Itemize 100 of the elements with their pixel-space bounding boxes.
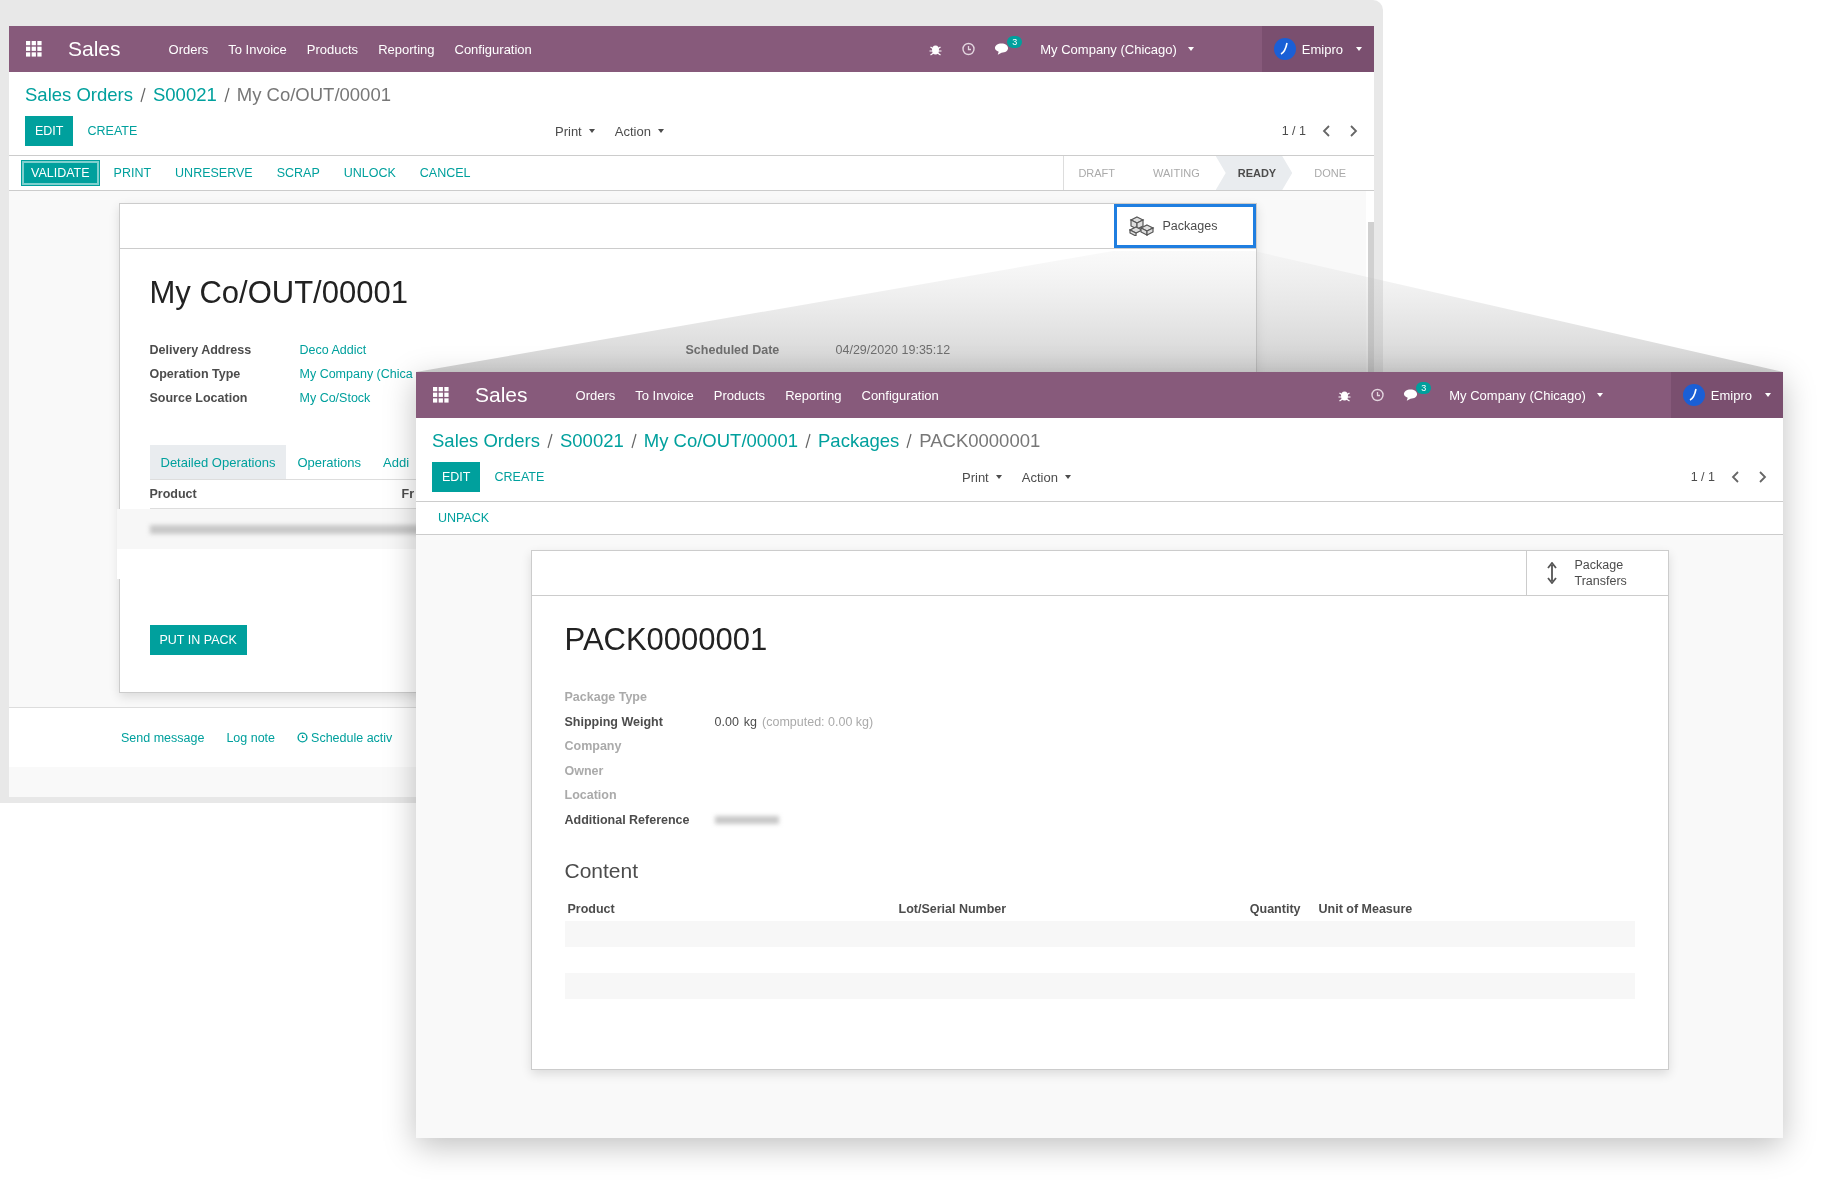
notebook-tab[interactable]: Operations <box>286 445 372 479</box>
message-count-badge: 3 <box>1007 36 1023 48</box>
field-label: Source Location <box>149 390 249 407</box>
record-title: PACK0000001 <box>564 622 769 658</box>
field-label: Owner <box>564 762 605 780</box>
up-down-arrow-icon <box>1546 562 1557 584</box>
status-step[interactable]: READY <box>1215 156 1293 190</box>
column-header: Fr <box>401 487 415 501</box>
column-header: Unit of Measure <box>1317 901 1414 916</box>
breadcrumb-item[interactable]: S00021 <box>559 430 624 452</box>
avatar-icon <box>1273 38 1296 60</box>
menu-item[interactable]: Products <box>713 387 766 403</box>
menu-item[interactable]: To Invoice <box>228 41 287 57</box>
chatter-link[interactable]: Log note <box>226 725 276 750</box>
breadcrumb-separator-icon <box>222 86 231 104</box>
field-link[interactable]: My Co/Stock <box>299 389 371 407</box>
breadcrumb-separator-icon <box>629 432 638 450</box>
menu-item[interactable]: Orders <box>168 41 209 57</box>
breadcrumb-item[interactable]: S00021 <box>152 84 217 106</box>
breadcrumb-item[interactable]: Packages <box>818 430 900 452</box>
menu-item[interactable]: Configuration <box>861 387 939 403</box>
breadcrumb-item[interactable]: My Co/OUT/00001 <box>643 430 798 452</box>
next-icon[interactable] <box>1757 471 1767 483</box>
company-switcher[interactable]: My Company (Chicago) <box>1040 41 1194 57</box>
status-step[interactable]: DONE <box>1292 156 1362 190</box>
apps-menu-icon[interactable] <box>26 40 43 58</box>
header-button[interactable]: VALIDATE <box>21 160 100 186</box>
previous-icon[interactable] <box>1731 471 1741 483</box>
user-menu[interactable]: Emipro <box>1670 372 1783 418</box>
field-link[interactable]: My Company (Chica <box>299 365 413 383</box>
unpack-button[interactable]: UNPACK <box>428 505 500 531</box>
dropdown-button[interactable]: Action <box>1021 469 1071 485</box>
menu-item[interactable]: Products <box>306 41 359 57</box>
create-button[interactable]: CREATE <box>77 116 148 146</box>
field-label: Package Type <box>564 689 648 706</box>
header-button[interactable]: UNRESERVE <box>165 160 263 186</box>
field-label: Additional Reference <box>564 811 691 829</box>
menu-item[interactable]: Configuration <box>454 41 532 57</box>
chatter-link[interactable]: Send message <box>121 725 205 750</box>
header-button[interactable]: CANCEL <box>409 160 481 186</box>
boxes-icon <box>1128 216 1155 236</box>
dropdown-button[interactable]: Print <box>555 123 595 139</box>
chat-icon[interactable] <box>1403 388 1419 402</box>
column-header: Quantity <box>1248 901 1301 916</box>
pager-value: 1 / 1 <box>1281 124 1306 138</box>
breadcrumb-item[interactable]: Sales Orders <box>432 430 540 452</box>
breadcrumb-separator-icon <box>545 432 554 450</box>
apps-menu-icon[interactable] <box>433 386 450 404</box>
field-label: Delivery Address <box>149 342 253 359</box>
next-icon[interactable] <box>1348 125 1358 137</box>
section-title: Content <box>564 858 640 883</box>
field-label: Scheduled Date <box>685 342 781 359</box>
menu-item[interactable]: Reporting <box>378 41 435 57</box>
company-switcher[interactable]: My Company (Chicago) <box>1449 387 1603 403</box>
column-header: Product <box>149 487 198 501</box>
clock-icon[interactable] <box>961 42 977 56</box>
status-step[interactable]: WAITING <box>1131 156 1216 190</box>
pager-value: 1 / 1 <box>1690 470 1715 484</box>
put-in-pack-button[interactable]: PUT IN PACK <box>149 625 247 655</box>
weight-unit: kg <box>743 713 758 731</box>
dropdown-button[interactable]: Action <box>614 123 664 139</box>
breadcrumb-separator-icon <box>804 432 812 450</box>
record-title: My Co/OUT/00001 <box>149 275 409 311</box>
breadcrumb-item: My Co/OUT/00001 <box>236 84 391 106</box>
message-count-badge: 3 <box>1416 382 1432 394</box>
field-link[interactable]: Deco Addict <box>299 341 367 359</box>
previous-icon[interactable] <box>1322 125 1332 137</box>
header-button[interactable]: UNLOCK <box>333 160 406 186</box>
blurred-value <box>714 815 779 824</box>
user-menu[interactable]: Emipro <box>1261 26 1374 72</box>
chatter-link[interactable]: Schedule activ <box>297 725 393 750</box>
breadcrumb-separator-icon <box>905 432 914 450</box>
header-button[interactable]: PRINT <box>103 160 162 186</box>
field-label: Operation Type <box>149 366 242 383</box>
field-label: Location <box>564 787 618 804</box>
menu-item[interactable]: To Invoice <box>635 387 694 403</box>
notebook-tab[interactable]: Detailed Operations <box>149 445 287 479</box>
field-label: Company <box>564 738 623 755</box>
weight-value: 0.00 <box>714 713 739 731</box>
field-label: Shipping Weight <box>564 713 664 731</box>
column-header: Lot/Serial Number <box>898 901 1008 916</box>
menu-item[interactable]: Orders <box>575 387 616 403</box>
package-transfers-button[interactable]: Package Transfers <box>1525 551 1668 595</box>
create-button[interactable]: CREATE <box>484 462 555 492</box>
edit-button[interactable]: EDIT <box>25 116 74 146</box>
edit-button[interactable]: EDIT <box>432 462 481 492</box>
menu-item[interactable]: Reporting <box>785 387 842 403</box>
app-name[interactable]: Sales <box>68 37 121 61</box>
status-step[interactable]: DRAFT <box>1064 156 1132 190</box>
clock-icon[interactable] <box>1370 388 1386 402</box>
app-name[interactable]: Sales <box>475 383 528 407</box>
notebook-tab[interactable]: Addi <box>372 445 410 479</box>
dropdown-button[interactable]: Print <box>962 469 1002 485</box>
chat-icon[interactable] <box>994 42 1010 56</box>
header-button[interactable]: SCRAP <box>266 160 330 186</box>
clock-icon <box>297 732 309 743</box>
packages-button[interactable]: Packages <box>1113 204 1256 248</box>
breadcrumb-item[interactable]: Sales Orders <box>25 84 133 106</box>
breadcrumb-item: PACK0000001 <box>919 430 1041 452</box>
breadcrumb-separator-icon <box>138 86 147 104</box>
